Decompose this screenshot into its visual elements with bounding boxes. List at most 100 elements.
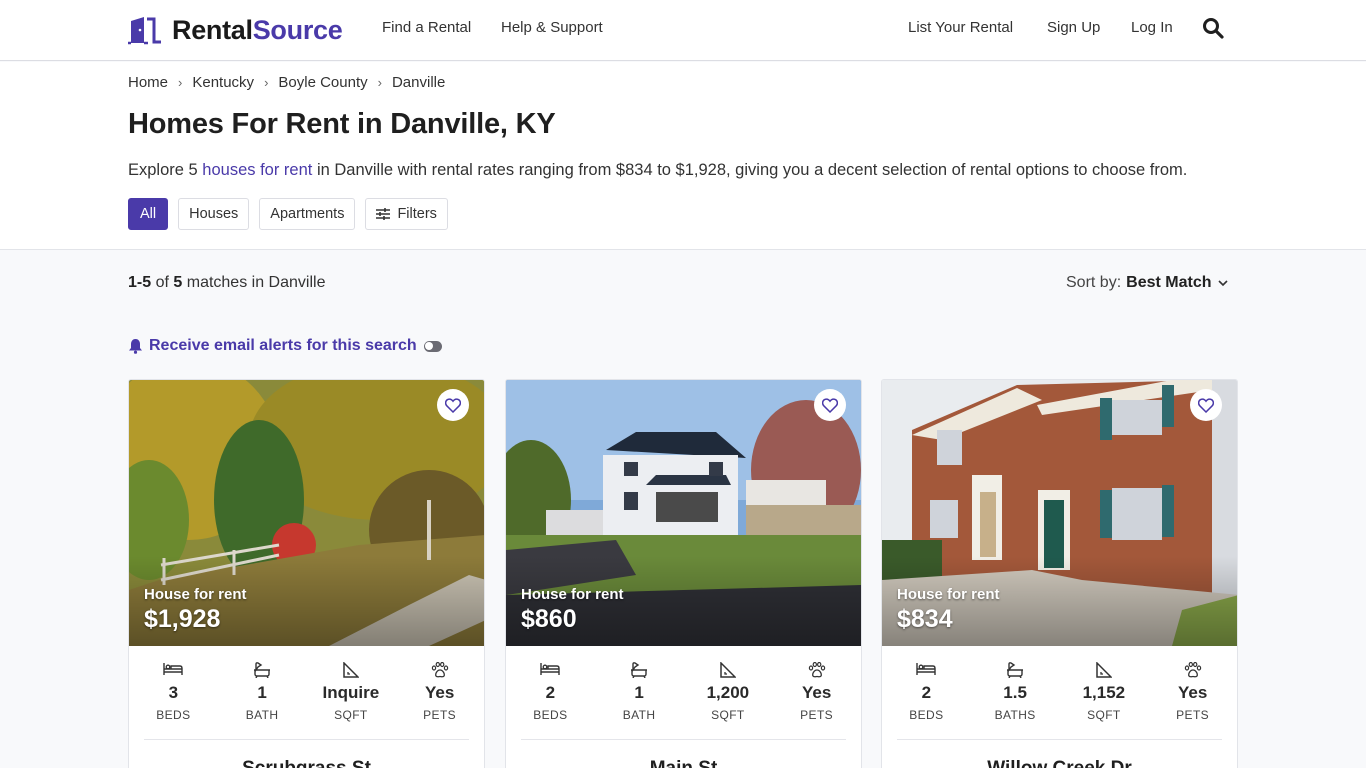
stat-label: BEDS	[156, 708, 191, 722]
breadcrumb: Home › Kentucky › Boyle County › Danvill…	[128, 74, 445, 91]
nav-log-in[interactable]: Log In	[1131, 19, 1173, 36]
listing-card[interactable]: House for rent $860 2 BEDS 1 BATH 1,200 …	[505, 379, 862, 768]
results-total: 5	[173, 274, 183, 291]
email-alert-switch[interactable]	[423, 340, 442, 352]
search-icon[interactable]	[1202, 17, 1224, 39]
stat-value: Yes	[424, 683, 455, 702]
stat-sqft: Inquire SQFT	[307, 662, 396, 722]
breadcrumb-boyle-county[interactable]: Boyle County	[278, 74, 367, 91]
stat-beds: 2 BEDS	[506, 662, 595, 722]
stat-pets: Yes PETS	[772, 662, 861, 722]
bath-icon	[254, 662, 271, 678]
heart-icon	[445, 397, 461, 413]
favorite-button[interactable]	[437, 389, 469, 421]
stat-sqft: 1,152 SQFT	[1060, 662, 1149, 722]
desc-text-post: in Danville with rental rates ranging fr…	[312, 161, 1188, 179]
stat-value: 1,200	[706, 683, 750, 702]
stat-label: BATH	[622, 708, 656, 722]
sliders-icon	[376, 208, 391, 220]
nav-sign-up[interactable]: Sign Up	[1047, 19, 1100, 36]
stat-value: 1	[634, 683, 644, 702]
sqft-icon	[1096, 662, 1112, 678]
listing-street[interactable]: Willow Creek Dr	[882, 758, 1237, 768]
stat-label: SQFT	[1087, 708, 1121, 722]
property-type: House for rent	[144, 586, 247, 603]
listing-price: $860	[521, 605, 577, 633]
chip-apartments[interactable]: Apartments	[259, 198, 356, 230]
stat-label: BEDS	[909, 708, 944, 722]
stat-baths: 1 BATH	[595, 662, 684, 722]
breadcrumb-danville[interactable]: Danville	[392, 74, 445, 91]
stat-baths: 1.5 BATHS	[971, 662, 1060, 722]
chevron-down-icon	[1217, 279, 1228, 286]
breadcrumb-home[interactable]: Home	[128, 74, 168, 91]
stat-label: PETS	[800, 708, 834, 722]
bell-icon	[129, 339, 142, 354]
paw-icon	[431, 662, 448, 678]
results-count: 1-5 of 5 matches in Danville	[128, 274, 325, 292]
stat-label: BEDS	[533, 708, 568, 722]
card-divider	[521, 739, 846, 740]
paw-icon	[1184, 662, 1201, 678]
bath-icon	[631, 662, 648, 678]
listing-price: $834	[897, 605, 953, 633]
listing-stats: 2 BEDS 1.5 BATHS 1,152 SQFT Yes PETS	[882, 662, 1237, 722]
chip-all[interactable]: All	[128, 198, 169, 230]
houses-for-rent-link[interactable]: houses for rent	[202, 161, 312, 179]
stat-pets: Yes PETS	[395, 662, 484, 722]
logo[interactable]: RentalSource	[128, 14, 343, 46]
sort-value: Best Match	[1126, 274, 1212, 291]
results-range: 1-5	[128, 274, 152, 291]
heart-icon	[1198, 397, 1214, 413]
stat-value: 1	[257, 683, 267, 702]
listing-stats: 2 BEDS 1 BATH 1,200 SQFT Yes PETS	[506, 662, 861, 722]
stat-value: Inquire	[322, 683, 380, 702]
sort-dropdown[interactable]: Sort by: Best Match	[1066, 274, 1228, 292]
stat-sqft: 1,200 SQFT	[684, 662, 773, 722]
results-of: of	[155, 274, 169, 291]
page-title: Homes For Rent in Danville, KY	[128, 108, 556, 140]
stat-pets: Yes PETS	[1148, 662, 1237, 722]
stat-value: 2	[921, 683, 932, 702]
card-divider	[897, 739, 1222, 740]
stat-value: 1.5	[1003, 683, 1027, 702]
card-divider	[144, 739, 469, 740]
email-alert-toggle[interactable]: Receive email alerts for this search	[128, 337, 442, 355]
logo-text: RentalSource	[172, 14, 343, 46]
favorite-button[interactable]	[814, 389, 846, 421]
listing-price: $1,928	[144, 605, 221, 633]
sort-label: Sort by:	[1066, 274, 1122, 291]
intro-section: Home › Kentucky › Boyle County › Danvill…	[0, 62, 1366, 250]
site-header: RentalSource Find a Rental Help & Suppor…	[0, 0, 1366, 61]
stat-label: SQFT	[711, 708, 745, 722]
paw-icon	[808, 662, 825, 678]
property-type: House for rent	[897, 586, 1000, 603]
logo-text-part2: Source	[252, 14, 343, 45]
stat-beds: 3 BEDS	[129, 662, 218, 722]
logo-text-part1: Rental	[172, 14, 253, 45]
page-description: Explore 5 houses for rent in Danville wi…	[128, 161, 1187, 180]
breadcrumb-kentucky[interactable]: Kentucky	[192, 74, 254, 91]
listing-street[interactable]: Scrubgrass St	[129, 758, 484, 768]
stat-label: PETS	[1176, 708, 1210, 722]
email-alert-label: Receive email alerts for this search	[149, 337, 417, 354]
listing-card[interactable]: House for rent $1,928 3 BEDS 1 BATH Inqu…	[128, 379, 485, 768]
breadcrumb-separator: ›	[178, 75, 183, 90]
favorite-button[interactable]	[1190, 389, 1222, 421]
nav-find-rental[interactable]: Find a Rental	[382, 19, 471, 36]
listing-stats: 3 BEDS 1 BATH Inquire SQFT Yes PETS	[129, 662, 484, 722]
nav-list-rental[interactable]: List Your Rental	[908, 19, 1013, 36]
stat-beds: 2 BEDS	[882, 662, 971, 722]
listing-card[interactable]: House for rent $834 2 BEDS 1.5 BATHS 1,1…	[881, 379, 1238, 768]
breadcrumb-separator: ›	[264, 75, 269, 90]
nav-help-support[interactable]: Help & Support	[501, 19, 603, 36]
desc-text-pre: Explore 5	[128, 161, 203, 179]
listing-street[interactable]: Main St	[506, 758, 861, 768]
filters-button[interactable]: Filters	[365, 198, 448, 230]
stat-label: PETS	[423, 708, 457, 722]
bed-icon	[540, 663, 561, 675]
chip-houses[interactable]: Houses	[178, 198, 250, 230]
sqft-icon	[720, 662, 736, 678]
results-suffix: matches in Danville	[186, 274, 326, 291]
bed-icon	[163, 663, 184, 675]
